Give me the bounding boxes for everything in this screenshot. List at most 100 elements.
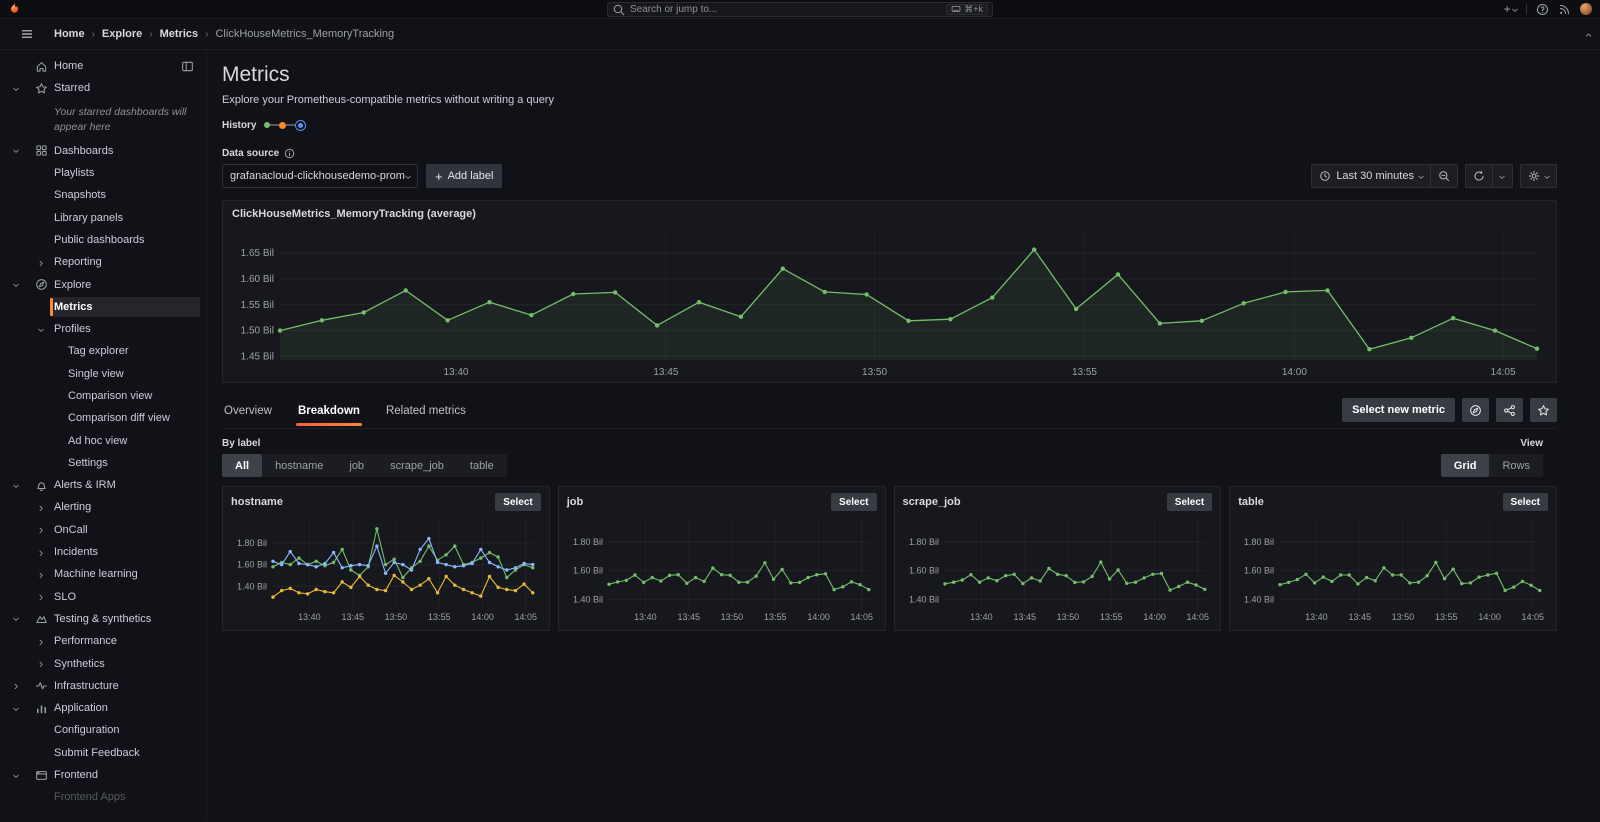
sidebar-item-performance[interactable]: › Performance bbox=[0, 630, 206, 652]
sidebar-item-synthetics[interactable]: › Synthetics bbox=[0, 652, 206, 674]
search-input[interactable]: Search or jump to... ⌘+k bbox=[607, 1, 993, 17]
add-label-button[interactable]: + Add label bbox=[426, 164, 503, 188]
collapse-caret-icon[interactable]: › bbox=[1580, 32, 1595, 36]
sidebar-item-tag-explorer[interactable]: Tag explorer bbox=[0, 340, 206, 362]
news-icon[interactable] bbox=[1558, 3, 1571, 16]
sidebar-item-snapshots[interactable]: Snapshots bbox=[0, 184, 206, 206]
breakdown-chart-scrape-job[interactable]: 13:40 13:45 13:50 13:55 14:00 14:05 1.40 Bil 1.… bbox=[903, 511, 1213, 623]
sidebar-item-explore[interactable]: › Explore bbox=[0, 273, 206, 295]
breakdown-chart-table[interactable]: 13:40 13:45 13:50 13:55 14:00 14:05 1.40 Bil 1.… bbox=[1238, 511, 1548, 623]
by-label-all[interactable]: All bbox=[222, 454, 263, 477]
sidebar-item-label: Machine learning bbox=[54, 568, 138, 581]
svg-text:1.65 Bil: 1.65 Bil bbox=[241, 248, 274, 259]
main-metric-chart[interactable]: 13:40 13:45 13:50 13:55 14:00 14:05 1.45 Bil 1.… bbox=[232, 220, 1547, 378]
datasource-select[interactable]: grafanacloud-clickhousedemo-prom › bbox=[222, 164, 418, 188]
sidebar-item-application[interactable]: › Application bbox=[0, 697, 206, 719]
refresh-interval-button[interactable]: › bbox=[1493, 164, 1513, 188]
by-label-job[interactable]: job bbox=[336, 454, 377, 477]
dock-sidebar-icon[interactable] bbox=[181, 60, 194, 73]
sidebar-item-ad-hoc-view[interactable]: Ad hoc view bbox=[0, 429, 206, 451]
zoom-out-button[interactable] bbox=[1431, 164, 1459, 188]
svg-text:1.80 Bil: 1.80 Bil bbox=[1244, 537, 1274, 547]
select-button-table[interactable]: Select bbox=[1502, 493, 1548, 511]
sidebar-item-library-panels[interactable]: Library panels bbox=[0, 206, 206, 228]
sidebar-item-starred[interactable]: › Starred bbox=[0, 77, 206, 99]
sidebar-item-dashboards[interactable]: › Dashboards bbox=[0, 140, 206, 162]
sidebar-item-profiles[interactable]: › Profiles bbox=[0, 318, 206, 340]
grafana-logo-icon[interactable] bbox=[7, 2, 22, 17]
select-new-metric-button[interactable]: Select new metric bbox=[1342, 398, 1455, 422]
menu-toggle-icon[interactable] bbox=[14, 26, 40, 42]
sidebar-item-submit-feedback[interactable]: Submit Feedback bbox=[0, 742, 206, 764]
chevron-down-icon[interactable]: › bbox=[9, 617, 24, 621]
chevron-right-icon[interactable]: › bbox=[39, 256, 43, 269]
sidebar-item-settings[interactable]: Settings bbox=[0, 452, 206, 474]
sidebar-item-oncall[interactable]: › OnCall bbox=[0, 519, 206, 541]
select-button-scrape-job[interactable]: Select bbox=[1166, 493, 1213, 511]
sidebar-item-public-dashboards[interactable]: Public dashboards bbox=[0, 229, 206, 251]
sidebar-item-incidents[interactable]: › Incidents bbox=[0, 541, 206, 563]
time-range-picker[interactable]: Last 30 minutes › bbox=[1311, 164, 1432, 188]
chevron-right-icon[interactable]: › bbox=[39, 523, 43, 536]
chevron-down-icon[interactable]: › bbox=[9, 87, 24, 91]
sidebar-item-metrics[interactable]: Metrics bbox=[0, 296, 206, 318]
chevron-right-icon[interactable]: › bbox=[39, 568, 43, 581]
tab-overview[interactable]: Overview bbox=[222, 400, 274, 426]
tab-breakdown[interactable]: Breakdown bbox=[295, 400, 362, 426]
by-label-table[interactable]: table bbox=[457, 454, 507, 477]
history-current-step-icon[interactable] bbox=[295, 119, 307, 131]
sidebar-item-home[interactable]: Home bbox=[0, 55, 206, 77]
sidebar-item-playlists[interactable]: Playlists bbox=[0, 162, 206, 184]
select-button-job[interactable]: Select bbox=[831, 493, 877, 511]
chevron-down-icon[interactable]: › bbox=[9, 774, 24, 778]
user-avatar[interactable] bbox=[1580, 3, 1592, 15]
chevron-right-icon[interactable]: › bbox=[39, 501, 43, 514]
view-rows-button[interactable]: Rows bbox=[1489, 454, 1543, 477]
sidebar-item-machine-learning[interactable]: › Machine learning bbox=[0, 563, 206, 585]
breadcrumb-item-home[interactable]: Home bbox=[54, 28, 85, 40]
help-icon[interactable] bbox=[1536, 3, 1549, 16]
sidebar-item-slo[interactable]: › SLO bbox=[0, 586, 206, 608]
sidebar-item-infrastructure[interactable]: › Infrastructure bbox=[0, 675, 206, 697]
select-button-hostname[interactable]: Select bbox=[495, 493, 541, 511]
breadcrumb-item-metrics[interactable]: Metrics bbox=[160, 28, 199, 40]
chevron-right-icon[interactable]: › bbox=[39, 635, 43, 648]
chevron-down-icon[interactable]: › bbox=[34, 328, 49, 332]
breadcrumb-item-explore[interactable]: Explore bbox=[102, 28, 142, 40]
sidebar-item-comparison-diff-view[interactable]: Comparison diff view bbox=[0, 407, 206, 429]
share-icon-button[interactable] bbox=[1496, 398, 1523, 422]
breakdown-chart-hostname[interactable]: 13:40 13:45 13:50 13:55 14:00 14:05 1.40 Bil 1.… bbox=[231, 511, 541, 623]
star-icon-button[interactable] bbox=[1530, 398, 1557, 422]
settings-button[interactable]: › bbox=[1519, 164, 1557, 188]
breakdown-chart-job[interactable]: 13:40 13:45 13:50 13:55 14:00 14:05 1.40 Bil 1.… bbox=[567, 511, 877, 623]
svg-text:1.60 Bil: 1.60 Bil bbox=[909, 566, 939, 576]
chevron-down-icon[interactable]: › bbox=[9, 707, 24, 711]
chevron-down-icon[interactable]: › bbox=[9, 149, 24, 153]
sidebar-item-single-view[interactable]: Single view bbox=[0, 363, 206, 385]
sidebar-item-alerting[interactable]: › Alerting bbox=[0, 496, 206, 518]
tab-related-metrics[interactable]: Related metrics bbox=[384, 400, 468, 426]
sidebar-item-alerts-irm[interactable]: › Alerts & IRM bbox=[0, 474, 206, 496]
chevron-down-icon[interactable]: › bbox=[9, 484, 24, 488]
explore-icon-button[interactable] bbox=[1462, 398, 1489, 422]
history-trail[interactable] bbox=[264, 119, 307, 131]
chevron-down-icon[interactable]: › bbox=[9, 283, 24, 287]
history-step-icon[interactable] bbox=[279, 121, 287, 129]
by-label-hostname[interactable]: hostname bbox=[262, 454, 336, 477]
chevron-right-icon[interactable]: › bbox=[14, 679, 18, 692]
new-menu-button[interactable]: + › bbox=[1504, 2, 1523, 16]
chevron-right-icon[interactable]: › bbox=[39, 657, 43, 670]
info-icon[interactable] bbox=[284, 148, 295, 159]
chevron-right-icon[interactable]: › bbox=[39, 590, 43, 603]
chevron-right-icon[interactable]: › bbox=[39, 546, 43, 559]
svg-text:14:00: 14:00 bbox=[1282, 367, 1307, 378]
view-grid-button[interactable]: Grid bbox=[1440, 454, 1490, 477]
sidebar-item-comparison-view[interactable]: Comparison view bbox=[0, 385, 206, 407]
by-label-scrape-job[interactable]: scrape_job bbox=[377, 454, 457, 477]
sidebar-item-reporting[interactable]: › Reporting bbox=[0, 251, 206, 273]
sidebar-item-frontend-apps[interactable]: Frontend Apps bbox=[0, 786, 206, 808]
sidebar-item-frontend[interactable]: › Frontend bbox=[0, 764, 206, 786]
sidebar-item-testing-synthetics[interactable]: › Testing & synthetics bbox=[0, 608, 206, 630]
sidebar-item-configuration[interactable]: Configuration bbox=[0, 719, 206, 741]
refresh-button[interactable] bbox=[1465, 164, 1494, 188]
